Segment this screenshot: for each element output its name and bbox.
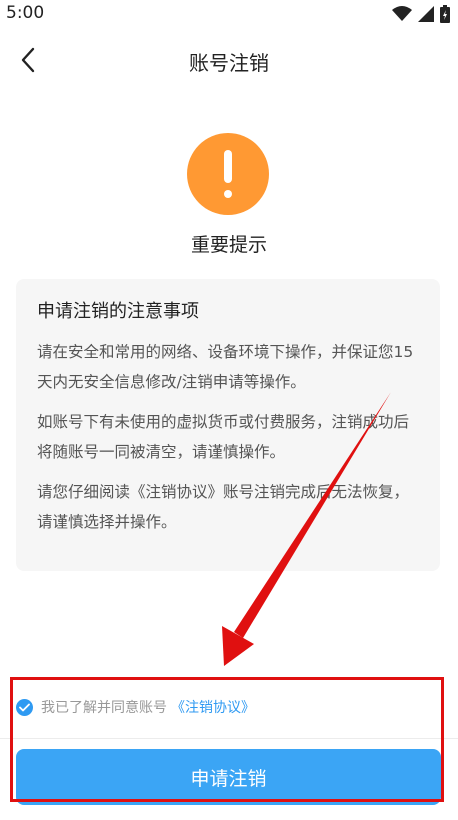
page-title: 账号注销	[189, 51, 269, 75]
notice-paragraph-3: 请您仔细阅读《注销协议》账号注销完成后无法恢复，请谨慎选择并操作。	[37, 483, 410, 531]
notice-card: 申请注销的注意事项 请在安全和常用的网络、设备环境下操作，并保证您15天内无安全…	[16, 279, 440, 571]
notice-heading: 申请注销的注意事项	[37, 301, 199, 322]
status-time: 5:00	[6, 3, 45, 23]
exclamation-icon	[187, 133, 269, 215]
battery-icon	[440, 5, 450, 23]
annotation-highlight-box	[10, 677, 444, 802]
notice-paragraph-2: 如账号下有未使用的虚拟货币或付费服务，注销成功后将随账号一同被清空，请谨慎操作。	[37, 413, 410, 461]
exclamation-dot	[224, 190, 232, 198]
warning-title: 重要提示	[190, 234, 267, 256]
signal-icon	[418, 6, 434, 22]
status-bar: 5:00	[0, 0, 458, 28]
status-icons	[392, 5, 450, 23]
nav-bar: 账号注销	[0, 38, 458, 82]
notice-paragraph-1: 请在安全和常用的网络、设备环境下操作，并保证您15天内无安全信息修改/注销申请等…	[37, 343, 414, 391]
exclamation-bar	[224, 150, 232, 183]
wifi-icon	[392, 6, 412, 21]
